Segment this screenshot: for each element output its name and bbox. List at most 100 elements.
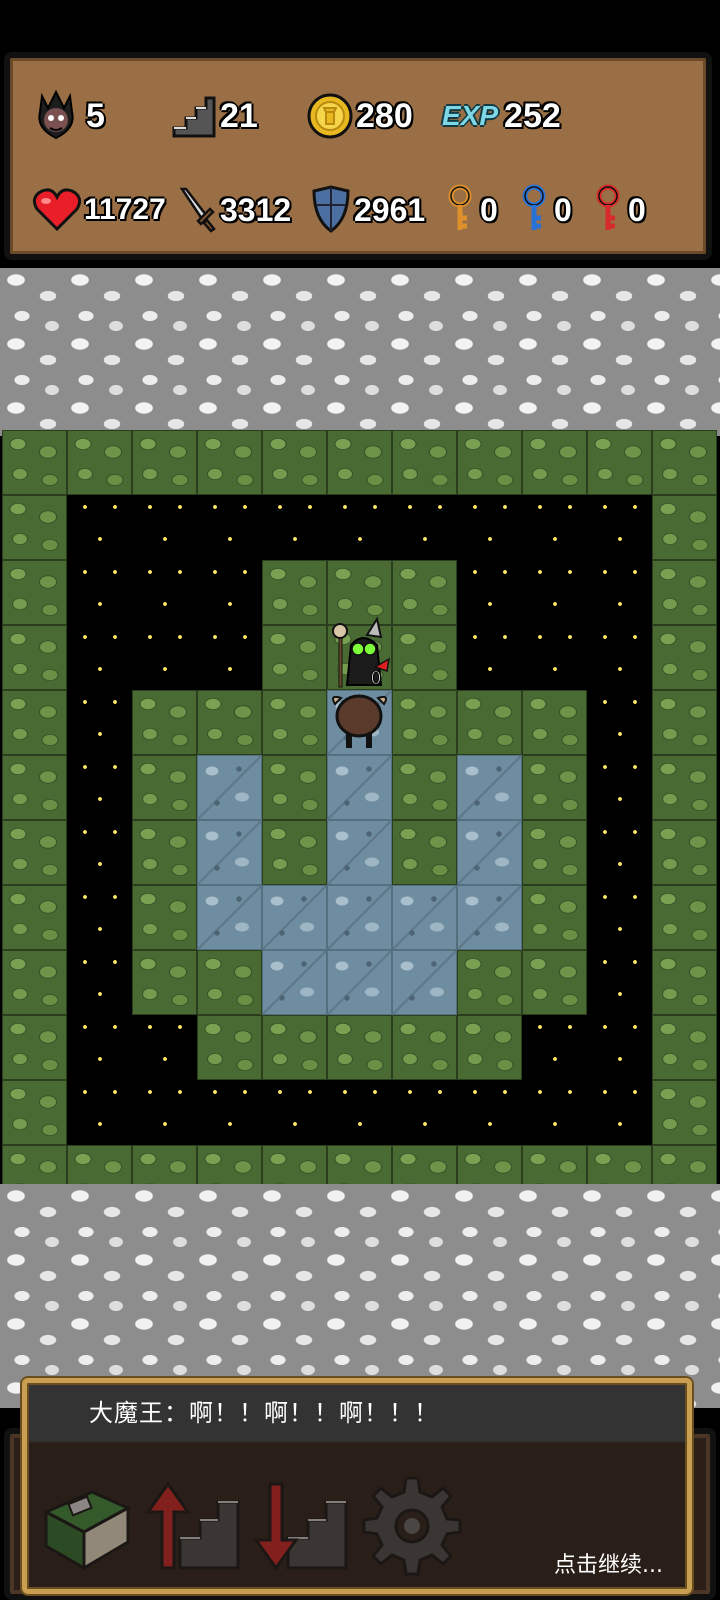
continue-prompt[interactable]: 点击继续... [554,1547,663,1579]
map-tile-stone-floor[interactable] [457,885,522,950]
map-tile-demon-king[interactable] [327,625,392,690]
map-tile-stone-floor[interactable] [327,950,392,1015]
map-tile-mossy-wall[interactable] [392,820,457,885]
map-tile-stone-floor[interactable] [327,820,392,885]
map-tile-mossy-wall[interactable] [132,690,197,755]
map-tile-mossy-wall[interactable] [392,430,457,495]
map-tile-mossy-wall[interactable] [327,560,392,625]
map-tile-starry-void[interactable] [587,625,652,690]
map-tile-mossy-wall[interactable] [652,690,717,755]
map-tile-starry-void[interactable] [262,1080,327,1145]
map-tile-starry-void[interactable] [67,560,132,625]
map-tile-mossy-wall[interactable] [2,950,67,1015]
map-tile-mossy-wall[interactable] [262,560,327,625]
game-board[interactable]: 0 [0,268,720,1408]
map-tile-starry-void[interactable] [587,885,652,950]
map-tile-starry-void[interactable] [457,1080,522,1145]
map-tile-mossy-wall[interactable] [522,885,587,950]
map-tile-mossy-wall[interactable] [522,820,587,885]
map-tile-mossy-wall[interactable] [2,625,67,690]
map-tile-mossy-wall[interactable] [392,1015,457,1080]
map-tile-starry-void[interactable] [522,560,587,625]
map-tile-mossy-wall[interactable] [522,755,587,820]
map-tile-mossy-wall[interactable] [457,430,522,495]
map-tile-mossy-wall[interactable] [392,560,457,625]
map-tile-starry-void[interactable] [327,1080,392,1145]
map-tile-starry-void[interactable] [262,495,327,560]
map-tile-mossy-wall[interactable] [392,625,457,690]
map-tile-mossy-wall[interactable] [457,1015,522,1080]
map-tile-mossy-wall[interactable] [197,1015,262,1080]
map-tile-starry-void[interactable] [67,625,132,690]
map-tile-mossy-wall[interactable] [522,430,587,495]
map-tile-mossy-wall[interactable] [2,755,67,820]
map-tile-mossy-wall[interactable] [132,430,197,495]
map-tile-starry-void[interactable] [522,495,587,560]
map-tile-mossy-wall[interactable] [2,495,67,560]
map-tile-mossy-wall[interactable] [327,430,392,495]
map-tile-stone-floor[interactable] [197,820,262,885]
map-tile-starry-void[interactable] [392,495,457,560]
map-tile-mossy-wall[interactable] [262,430,327,495]
map-tile-starry-void[interactable] [522,625,587,690]
map-tile-mossy-wall[interactable] [2,560,67,625]
map-tile-mossy-wall[interactable] [2,430,67,495]
map-tile-mossy-wall[interactable] [652,430,717,495]
map-tile-starry-void[interactable] [67,495,132,560]
map-tile-mossy-wall[interactable] [2,690,67,755]
map-tile-starry-void[interactable] [457,560,522,625]
map-tile-mossy-wall[interactable] [2,820,67,885]
map-tile-starry-void[interactable] [457,495,522,560]
map-tile-mossy-wall[interactable] [652,1080,717,1145]
map-tile-mossy-wall[interactable] [132,950,197,1015]
map-tile-starry-void[interactable] [522,1015,587,1080]
map-tile-hero[interactable] [327,690,392,755]
map-tile-stone-floor[interactable] [457,820,522,885]
map-tile-mossy-wall[interactable] [262,690,327,755]
map-tile-stone-floor[interactable] [262,885,327,950]
map-tile-stone-floor[interactable] [197,885,262,950]
map-tile-mossy-wall[interactable] [652,755,717,820]
map-tile-starry-void[interactable] [587,690,652,755]
map-tile-mossy-wall[interactable] [262,820,327,885]
map-tile-starry-void[interactable] [327,495,392,560]
map-tile-starry-void[interactable] [587,820,652,885]
map-tile-starry-void[interactable] [67,755,132,820]
map-tile-starry-void[interactable] [587,1015,652,1080]
map-tile-starry-void[interactable] [67,1080,132,1145]
map-tile-mossy-wall[interactable] [652,950,717,1015]
map-tile-mossy-wall[interactable] [327,1015,392,1080]
map-tile-mossy-wall[interactable] [2,885,67,950]
map-tile-stone-floor[interactable] [327,885,392,950]
map-tile-mossy-wall[interactable] [652,625,717,690]
map-tile-mossy-wall[interactable] [652,495,717,560]
map-tile-starry-void[interactable] [587,560,652,625]
dialog-box[interactable]: 大魔王：啊！！啊！！啊！！！ 点击继续... [22,1378,692,1594]
map-tile-starry-void[interactable] [587,1080,652,1145]
map-tile-mossy-wall[interactable] [392,690,457,755]
map-tile-starry-void[interactable] [132,625,197,690]
map-tile-mossy-wall[interactable] [2,1080,67,1145]
map-tile-mossy-wall[interactable] [262,755,327,820]
map-tile-mossy-wall[interactable] [587,430,652,495]
map-tile-mossy-wall[interactable] [522,690,587,755]
map-tile-mossy-wall[interactable] [262,625,327,690]
map-tile-mossy-wall[interactable] [132,820,197,885]
map-tile-mossy-wall[interactable] [132,755,197,820]
map-tile-mossy-wall[interactable] [262,1015,327,1080]
map-tile-mossy-wall[interactable] [197,950,262,1015]
map-tile-stone-floor[interactable] [392,885,457,950]
map-tile-starry-void[interactable] [132,1015,197,1080]
map-tile-starry-void[interactable] [132,1080,197,1145]
map-tile-starry-void[interactable] [197,560,262,625]
map-tile-starry-void[interactable] [587,755,652,820]
map-tile-mossy-wall[interactable] [132,885,197,950]
map-tile-starry-void[interactable] [522,1080,587,1145]
map-tile-mossy-wall[interactable] [2,1015,67,1080]
map-tile-starry-void[interactable] [197,495,262,560]
map-tile-mossy-wall[interactable] [652,820,717,885]
map-tile-stone-floor[interactable] [392,950,457,1015]
map-tile-stone-floor[interactable] [327,755,392,820]
map-tile-starry-void[interactable] [132,560,197,625]
map-tile-mossy-wall[interactable] [197,430,262,495]
